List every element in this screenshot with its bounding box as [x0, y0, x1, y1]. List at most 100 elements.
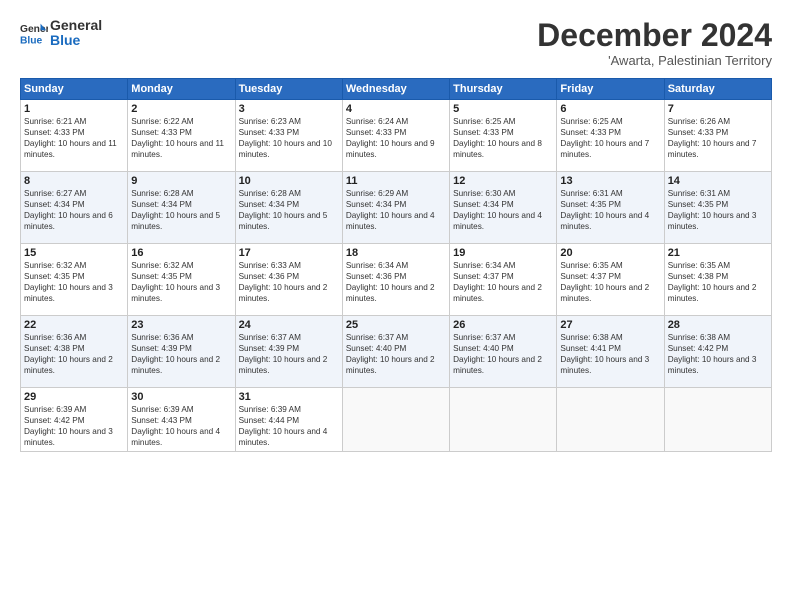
logo-general: General — [50, 18, 102, 33]
week-row: 1Sunrise: 6:21 AMSunset: 4:33 PMDaylight… — [21, 100, 772, 172]
table-cell: 15Sunrise: 6:32 AMSunset: 4:35 PMDayligh… — [21, 244, 128, 316]
col-sunday: Sunday — [21, 79, 128, 100]
day-number: 17 — [239, 247, 339, 259]
cell-content: Sunrise: 6:39 AMSunset: 4:42 PMDaylight:… — [24, 404, 124, 448]
day-number: 14 — [668, 175, 768, 187]
table-cell: 21Sunrise: 6:35 AMSunset: 4:38 PMDayligh… — [664, 244, 771, 316]
cell-content: Sunrise: 6:26 AMSunset: 4:33 PMDaylight:… — [668, 116, 768, 160]
week-row: 8Sunrise: 6:27 AMSunset: 4:34 PMDaylight… — [21, 172, 772, 244]
day-number: 30 — [131, 391, 231, 403]
day-number: 21 — [668, 247, 768, 259]
table-cell: 24Sunrise: 6:37 AMSunset: 4:39 PMDayligh… — [235, 316, 342, 388]
table-cell: 1Sunrise: 6:21 AMSunset: 4:33 PMDaylight… — [21, 100, 128, 172]
day-number: 23 — [131, 319, 231, 331]
day-number: 2 — [131, 103, 231, 115]
calendar-body: 1Sunrise: 6:21 AMSunset: 4:33 PMDaylight… — [21, 100, 772, 452]
day-number: 29 — [24, 391, 124, 403]
cell-content: Sunrise: 6:39 AMSunset: 4:44 PMDaylight:… — [239, 404, 339, 448]
cell-content: Sunrise: 6:35 AMSunset: 4:38 PMDaylight:… — [668, 260, 768, 304]
calendar-header: Sunday Monday Tuesday Wednesday Thursday… — [21, 79, 772, 100]
day-number: 4 — [346, 103, 446, 115]
cell-content: Sunrise: 6:35 AMSunset: 4:37 PMDaylight:… — [560, 260, 660, 304]
cell-content: Sunrise: 6:32 AMSunset: 4:35 PMDaylight:… — [24, 260, 124, 304]
table-cell: 9Sunrise: 6:28 AMSunset: 4:34 PMDaylight… — [128, 172, 235, 244]
week-row: 29Sunrise: 6:39 AMSunset: 4:42 PMDayligh… — [21, 388, 772, 452]
table-cell: 8Sunrise: 6:27 AMSunset: 4:34 PMDaylight… — [21, 172, 128, 244]
table-cell — [557, 388, 664, 452]
day-number: 10 — [239, 175, 339, 187]
col-tuesday: Tuesday — [235, 79, 342, 100]
table-cell: 3Sunrise: 6:23 AMSunset: 4:33 PMDaylight… — [235, 100, 342, 172]
calendar-table: Sunday Monday Tuesday Wednesday Thursday… — [20, 78, 772, 452]
cell-content: Sunrise: 6:21 AMSunset: 4:33 PMDaylight:… — [24, 116, 124, 160]
day-number: 25 — [346, 319, 446, 331]
page: General Blue General Blue December 2024 … — [0, 0, 792, 612]
cell-content: Sunrise: 6:34 AMSunset: 4:37 PMDaylight:… — [453, 260, 553, 304]
table-cell: 11Sunrise: 6:29 AMSunset: 4:34 PMDayligh… — [342, 172, 449, 244]
svg-text:Blue: Blue — [20, 36, 43, 47]
day-number: 16 — [131, 247, 231, 259]
day-number: 7 — [668, 103, 768, 115]
table-cell: 29Sunrise: 6:39 AMSunset: 4:42 PMDayligh… — [21, 388, 128, 452]
cell-content: Sunrise: 6:36 AMSunset: 4:39 PMDaylight:… — [131, 332, 231, 376]
cell-content: Sunrise: 6:22 AMSunset: 4:33 PMDaylight:… — [131, 116, 231, 160]
day-number: 24 — [239, 319, 339, 331]
col-monday: Monday — [128, 79, 235, 100]
day-number: 9 — [131, 175, 231, 187]
table-cell: 26Sunrise: 6:37 AMSunset: 4:40 PMDayligh… — [450, 316, 557, 388]
day-number: 12 — [453, 175, 553, 187]
cell-content: Sunrise: 6:37 AMSunset: 4:40 PMDaylight:… — [346, 332, 446, 376]
table-cell: 13Sunrise: 6:31 AMSunset: 4:35 PMDayligh… — [557, 172, 664, 244]
cell-content: Sunrise: 6:23 AMSunset: 4:33 PMDaylight:… — [239, 116, 339, 160]
day-number: 15 — [24, 247, 124, 259]
table-cell: 28Sunrise: 6:38 AMSunset: 4:42 PMDayligh… — [664, 316, 771, 388]
day-number: 5 — [453, 103, 553, 115]
day-number: 19 — [453, 247, 553, 259]
cell-content: Sunrise: 6:30 AMSunset: 4:34 PMDaylight:… — [453, 188, 553, 232]
col-saturday: Saturday — [664, 79, 771, 100]
day-number: 20 — [560, 247, 660, 259]
day-number: 31 — [239, 391, 339, 403]
col-thursday: Thursday — [450, 79, 557, 100]
day-number: 13 — [560, 175, 660, 187]
table-cell: 30Sunrise: 6:39 AMSunset: 4:43 PMDayligh… — [128, 388, 235, 452]
table-cell: 18Sunrise: 6:34 AMSunset: 4:36 PMDayligh… — [342, 244, 449, 316]
table-cell: 22Sunrise: 6:36 AMSunset: 4:38 PMDayligh… — [21, 316, 128, 388]
table-cell: 6Sunrise: 6:25 AMSunset: 4:33 PMDaylight… — [557, 100, 664, 172]
day-number: 3 — [239, 103, 339, 115]
table-cell: 12Sunrise: 6:30 AMSunset: 4:34 PMDayligh… — [450, 172, 557, 244]
table-cell — [664, 388, 771, 452]
cell-content: Sunrise: 6:25 AMSunset: 4:33 PMDaylight:… — [453, 116, 553, 160]
day-number: 18 — [346, 247, 446, 259]
cell-content: Sunrise: 6:39 AMSunset: 4:43 PMDaylight:… — [131, 404, 231, 448]
week-row: 22Sunrise: 6:36 AMSunset: 4:38 PMDayligh… — [21, 316, 772, 388]
cell-content: Sunrise: 6:38 AMSunset: 4:41 PMDaylight:… — [560, 332, 660, 376]
col-wednesday: Wednesday — [342, 79, 449, 100]
cell-content: Sunrise: 6:36 AMSunset: 4:38 PMDaylight:… — [24, 332, 124, 376]
cell-content: Sunrise: 6:28 AMSunset: 4:34 PMDaylight:… — [239, 188, 339, 232]
cell-content: Sunrise: 6:33 AMSunset: 4:36 PMDaylight:… — [239, 260, 339, 304]
cell-content: Sunrise: 6:37 AMSunset: 4:40 PMDaylight:… — [453, 332, 553, 376]
cell-content: Sunrise: 6:37 AMSunset: 4:39 PMDaylight:… — [239, 332, 339, 376]
day-number: 28 — [668, 319, 768, 331]
table-cell: 25Sunrise: 6:37 AMSunset: 4:40 PMDayligh… — [342, 316, 449, 388]
cell-content: Sunrise: 6:32 AMSunset: 4:35 PMDaylight:… — [131, 260, 231, 304]
table-cell: 10Sunrise: 6:28 AMSunset: 4:34 PMDayligh… — [235, 172, 342, 244]
day-number: 26 — [453, 319, 553, 331]
cell-content: Sunrise: 6:24 AMSunset: 4:33 PMDaylight:… — [346, 116, 446, 160]
table-cell: 5Sunrise: 6:25 AMSunset: 4:33 PMDaylight… — [450, 100, 557, 172]
cell-content: Sunrise: 6:29 AMSunset: 4:34 PMDaylight:… — [346, 188, 446, 232]
table-cell: 31Sunrise: 6:39 AMSunset: 4:44 PMDayligh… — [235, 388, 342, 452]
table-cell: 2Sunrise: 6:22 AMSunset: 4:33 PMDaylight… — [128, 100, 235, 172]
table-cell: 7Sunrise: 6:26 AMSunset: 4:33 PMDaylight… — [664, 100, 771, 172]
location-subtitle: 'Awarta, Palestinian Territory — [537, 53, 772, 68]
table-cell: 23Sunrise: 6:36 AMSunset: 4:39 PMDayligh… — [128, 316, 235, 388]
cell-content: Sunrise: 6:28 AMSunset: 4:34 PMDaylight:… — [131, 188, 231, 232]
cell-content: Sunrise: 6:31 AMSunset: 4:35 PMDaylight:… — [668, 188, 768, 232]
cell-content: Sunrise: 6:38 AMSunset: 4:42 PMDaylight:… — [668, 332, 768, 376]
table-cell: 16Sunrise: 6:32 AMSunset: 4:35 PMDayligh… — [128, 244, 235, 316]
day-number: 27 — [560, 319, 660, 331]
day-number: 8 — [24, 175, 124, 187]
table-cell: 17Sunrise: 6:33 AMSunset: 4:36 PMDayligh… — [235, 244, 342, 316]
table-cell: 20Sunrise: 6:35 AMSunset: 4:37 PMDayligh… — [557, 244, 664, 316]
